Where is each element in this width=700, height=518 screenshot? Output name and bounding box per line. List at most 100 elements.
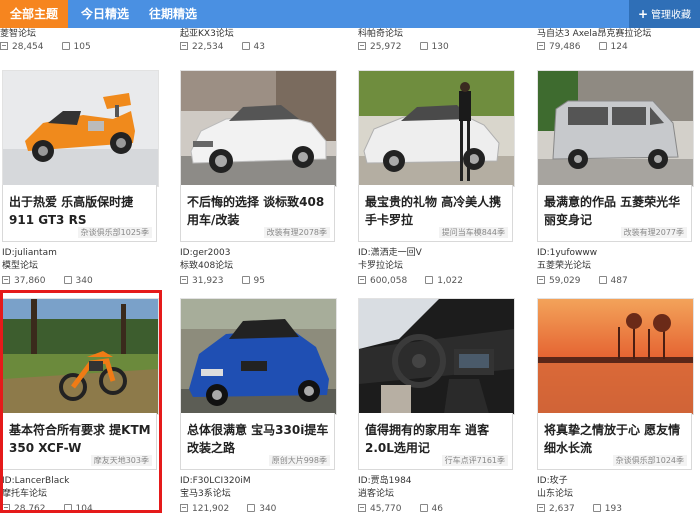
forum-link[interactable]: 模型论坛	[2, 260, 38, 273]
corolla-model-image[interactable]	[358, 70, 515, 187]
topic-tag[interactable]: 杂谈俱乐部1025季	[77, 227, 152, 238]
views-icon	[2, 504, 10, 512]
comments-count: 105	[73, 42, 91, 52]
forum-link[interactable]: 菱智论坛	[0, 28, 158, 41]
tab-past-picks[interactable]: 往期精选	[140, 0, 206, 28]
topic-title[interactable]: 总体很满意 宝马330i提车改装之路	[187, 421, 332, 457]
views-icon	[358, 276, 366, 284]
sunset-lake-image[interactable]	[537, 298, 694, 415]
comments-count: 193	[604, 504, 622, 514]
topic-tag[interactable]: 行车点评7161季	[441, 455, 508, 466]
comments-count: 104	[75, 504, 93, 514]
views-count: 600,058	[370, 276, 408, 286]
comments-count: 340	[75, 276, 93, 286]
author-id[interactable]: ID:玫子	[537, 475, 568, 487]
stats: 79,486 124	[537, 41, 697, 54]
manage-favorites-label: 管理收藏	[651, 10, 692, 21]
topic-tag[interactable]: 改装有理2078季	[263, 227, 330, 238]
forum-link[interactable]: 宝马3系论坛	[180, 488, 231, 501]
comment-icon	[241, 276, 250, 284]
comments-count: 130	[431, 42, 449, 52]
views-icon	[537, 504, 545, 512]
card-caption: 值得拥有的家用车 逍客2.0L选用记 行车点评7161季	[358, 413, 513, 470]
stats: 25,972 130	[358, 41, 516, 54]
views-icon	[180, 276, 188, 284]
card-caption: 最满意的作品 五菱荣光华丽变身记 改装有理2077季	[537, 185, 692, 242]
forum-link[interactable]: 逍客论坛	[358, 488, 394, 501]
comment-icon	[419, 42, 428, 50]
views-icon	[358, 504, 366, 512]
author-id[interactable]: ID:LancerBlack	[2, 475, 69, 487]
prev-row-item[interactable]: 菱智论坛 28,454 105	[0, 28, 158, 58]
car-interior-image[interactable]	[358, 298, 515, 415]
comment-icon	[425, 276, 434, 284]
prev-row-item[interactable]: 科帕奇论坛 25,972 130	[358, 28, 516, 58]
stats: 28,762 104	[2, 503, 93, 516]
stats: 37,860 340	[2, 275, 93, 288]
manage-favorites-button[interactable]: + 管理收藏	[629, 0, 700, 28]
topic-title[interactable]: 最宝贵的礼物 高冷美人携手卡罗拉	[365, 193, 510, 229]
comment-icon	[592, 504, 601, 512]
forum-link[interactable]: 摩托车论坛	[2, 488, 47, 501]
views-icon	[537, 276, 545, 284]
card-caption: 基本符合所有要求 提KTM 350 XCF-W 摩友天地303季	[2, 413, 157, 470]
forum-link[interactable]: 科帕奇论坛	[358, 28, 516, 41]
ktm-motorcycle-image[interactable]	[2, 298, 159, 415]
stats: 45,770 46	[358, 503, 443, 516]
author-id[interactable]: ID:F30LCI320iM	[180, 475, 251, 487]
topic-tag[interactable]: 杂谈俱乐部1024季	[612, 455, 687, 466]
topic-tag[interactable]: 摩友天地303季	[90, 455, 152, 466]
comment-icon	[419, 504, 428, 512]
comment-icon	[241, 42, 250, 50]
card-caption: 将真挚之情放于心 愿友情细水长流 杂谈俱乐部1024季	[537, 413, 692, 470]
forum-link[interactable]: 山东论坛	[537, 488, 573, 501]
comments-count: 43	[253, 42, 265, 52]
top-nav-bar: 全部主题 今日精选 往期精选 + 管理收藏	[0, 0, 700, 28]
author-id[interactable]: ID:juliantam	[2, 247, 57, 259]
topic-title[interactable]: 基本符合所有要求 提KTM 350 XCF-W	[9, 421, 154, 457]
views-icon	[0, 42, 8, 50]
stats: 22,534 43	[180, 41, 338, 54]
stats: 31,923 95	[180, 275, 265, 288]
lego-porsche-image[interactable]	[2, 70, 159, 187]
stats: 59,029 487	[537, 275, 628, 288]
comments-count: 124	[610, 42, 628, 52]
stats: 600,058 1,022	[358, 275, 463, 288]
author-id[interactable]: ID:潇洒走一回V	[358, 247, 422, 259]
comments-count: 1,022	[437, 276, 463, 286]
comment-icon	[63, 504, 72, 512]
topic-tag[interactable]: 提问当车模844季	[438, 227, 508, 238]
topic-title[interactable]: 值得拥有的家用车 逍客2.0L选用记	[365, 421, 510, 457]
tab-all-topics[interactable]: 全部主题	[0, 0, 68, 28]
peugeot-sedan-image[interactable]	[180, 70, 337, 187]
topic-title[interactable]: 最满意的作品 五菱荣光华丽变身记	[544, 193, 689, 229]
author-id[interactable]: ID:ger2003	[180, 247, 230, 259]
views-count: 59,029	[549, 276, 581, 286]
forum-link[interactable]: 起亚KX3论坛	[180, 28, 338, 41]
prev-row-item[interactable]: 马自达3 Axela昂克赛拉论坛 79,486 124	[537, 28, 697, 58]
views-count: 25,972	[370, 42, 402, 52]
tab-today-picks[interactable]: 今日精选	[72, 0, 138, 28]
stats: 28,454 105	[0, 41, 158, 54]
plus-icon: +	[637, 7, 649, 21]
wuling-van-image[interactable]	[537, 70, 694, 187]
views-count: 31,923	[192, 276, 224, 286]
comments-count: 46	[431, 504, 443, 514]
topic-title[interactable]: 出于热爱 乐高版保时捷911 GT3 RS	[9, 193, 154, 229]
author-id[interactable]: ID:贾岛1984	[358, 475, 412, 487]
forum-link[interactable]: 五菱荣光论坛	[537, 260, 591, 273]
forum-link[interactable]: 标致408论坛	[180, 260, 233, 273]
topic-title[interactable]: 将真挚之情放于心 愿友情细水长流	[544, 421, 689, 457]
views-icon	[537, 42, 545, 50]
topic-title[interactable]: 不后悔的选择 谈标致408用车/改装	[187, 193, 332, 229]
forum-link[interactable]: 马自达3 Axela昂克赛拉论坛	[537, 28, 697, 41]
views-icon	[180, 504, 188, 512]
forum-link[interactable]: 卡罗拉论坛	[358, 260, 403, 273]
topic-tag[interactable]: 改装有理2077季	[620, 227, 687, 238]
comments-count: 340	[259, 504, 277, 514]
author-id[interactable]: ID:1yufowww	[537, 247, 597, 259]
topic-tag[interactable]: 原创大片998季	[268, 455, 330, 466]
bmw-sedan-image[interactable]	[180, 298, 337, 415]
views-icon	[180, 42, 188, 50]
prev-row-item[interactable]: 起亚KX3论坛 22,534 43	[180, 28, 338, 58]
